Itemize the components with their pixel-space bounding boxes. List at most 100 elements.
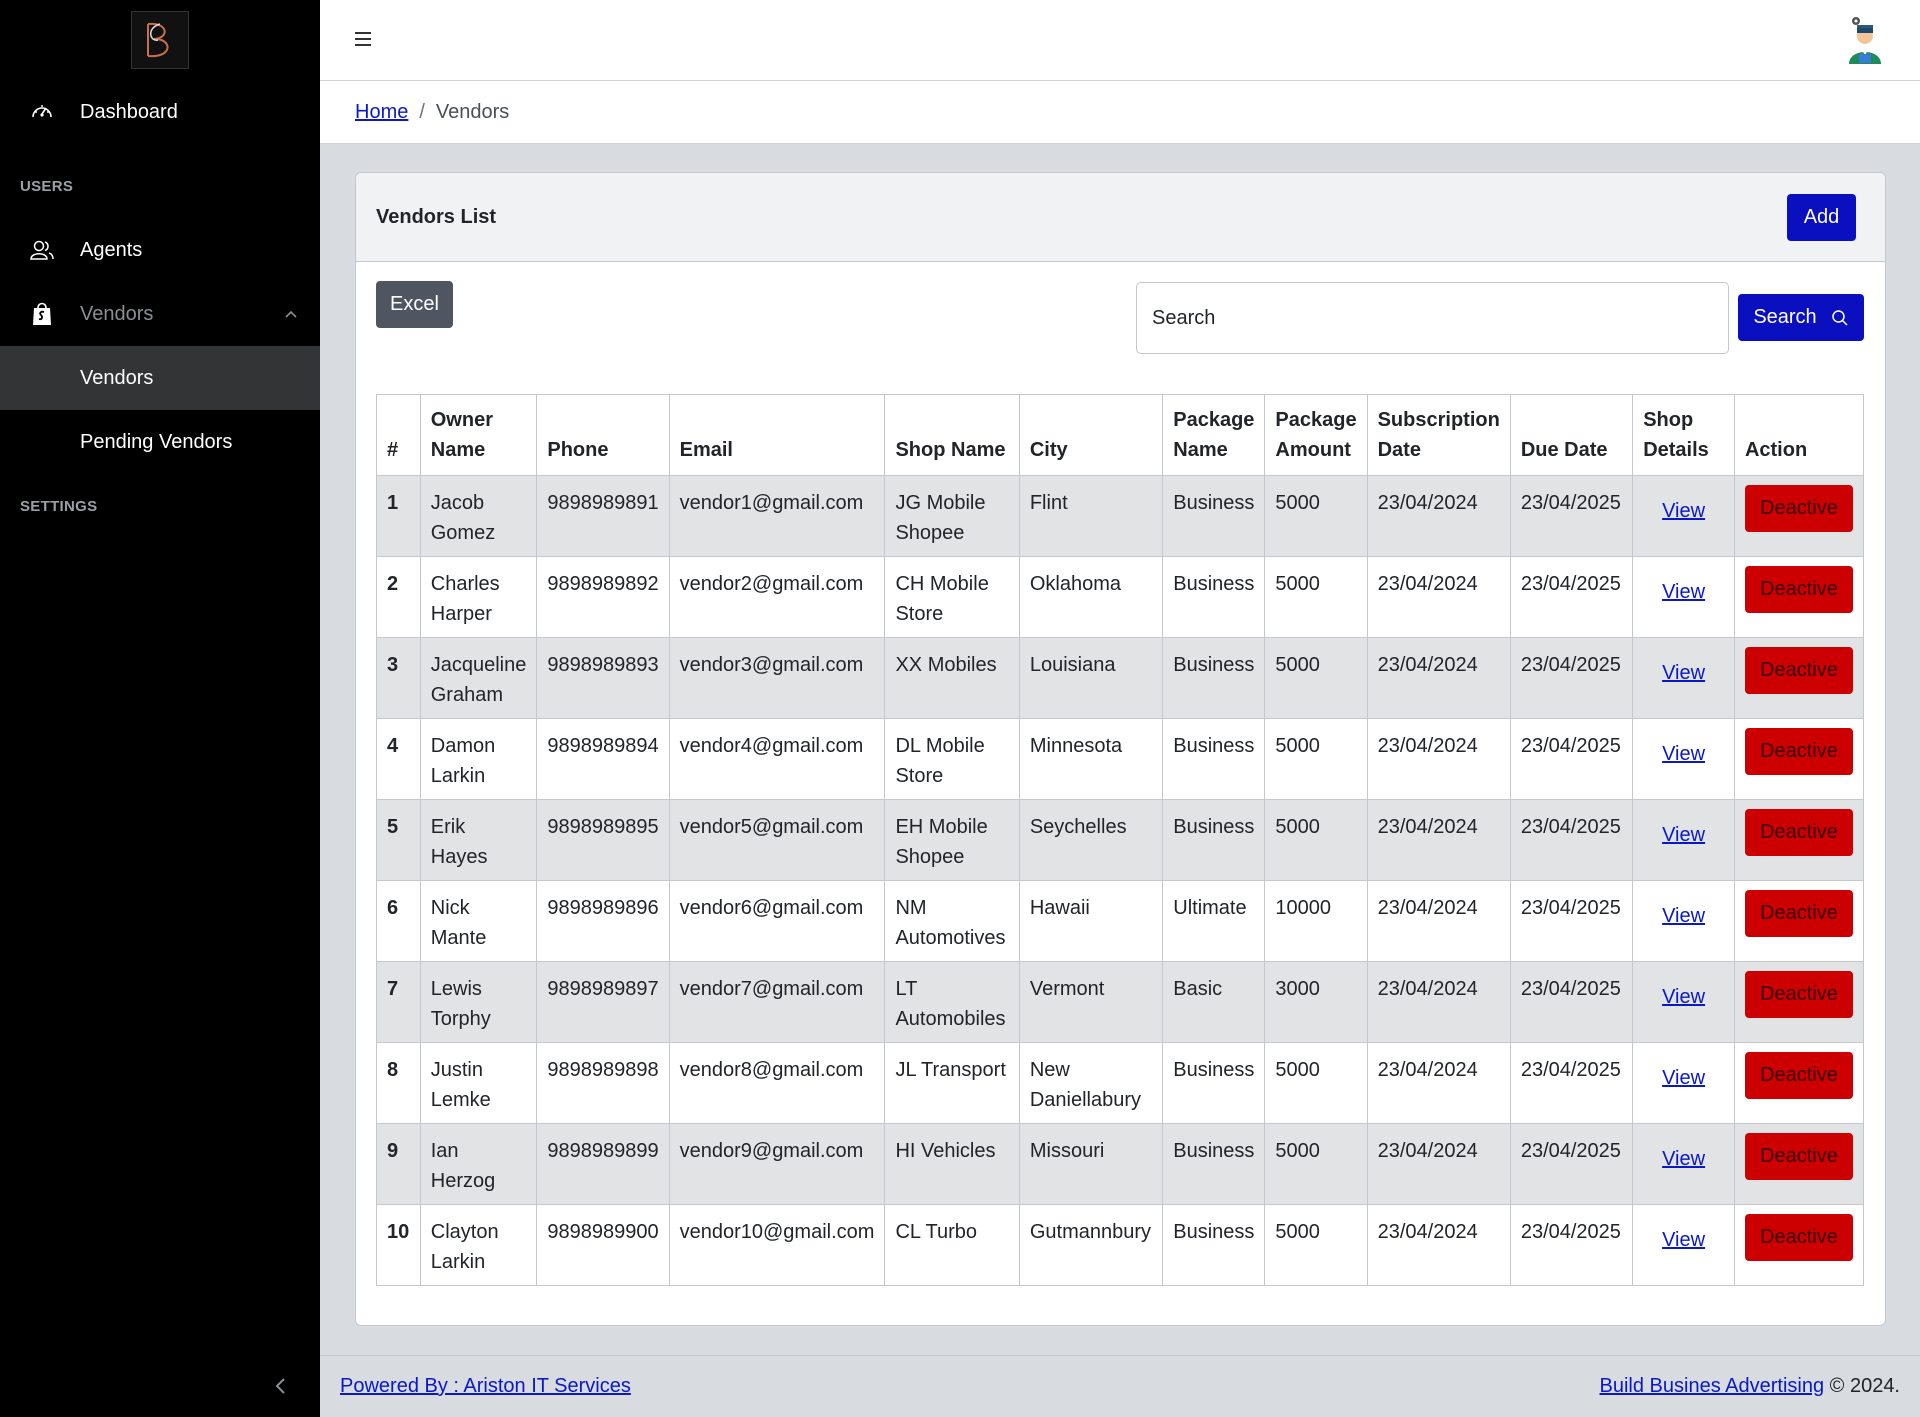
deactive-button[interactable]: Deactive — [1744, 1133, 1853, 1180]
cell-shop-name: EH Mobile Shopee — [884, 799, 1020, 881]
cell-subscription-date: 23/04/2024 — [1366, 1204, 1511, 1286]
cell-shop-details: View — [1632, 718, 1735, 800]
col-header-due-date: Due Date — [1509, 394, 1634, 476]
brand-logo[interactable] — [131, 11, 189, 69]
top-header — [320, 0, 1920, 81]
nav-agents-label: Agents — [80, 238, 143, 261]
col-header-action: Action — [1733, 394, 1865, 476]
cell-subscription-date: 23/04/2024 — [1366, 1123, 1511, 1205]
view-shop-link[interactable]: View — [1662, 581, 1705, 603]
table-row: 6 Nick Mante 9898989896 vendor6@gmail.com NM… — [376, 880, 1865, 962]
cell-shop-details: View — [1632, 556, 1735, 638]
cell-email: vendor6@gmail.com — [668, 880, 886, 962]
cell-phone: 9898989899 — [536, 1123, 670, 1205]
cell-shop-name: HI Vehicles — [884, 1123, 1020, 1205]
deactive-button[interactable]: Deactive — [1744, 1052, 1853, 1099]
nav-pending-vendors[interactable]: Pending Vendors — [0, 410, 320, 474]
deactive-button[interactable]: Deactive — [1744, 890, 1853, 937]
cell-due-date: 23/04/2025 — [1509, 799, 1634, 881]
deactive-button[interactable]: Deactive — [1744, 809, 1853, 856]
cell-subscription-date: 23/04/2024 — [1366, 718, 1511, 800]
hamburger-menu-button[interactable] — [352, 28, 374, 50]
view-shop-link[interactable]: View — [1662, 1229, 1705, 1251]
nav-section-settings: SETTINGS — [20, 497, 98, 515]
vendors-card: Vendors List Add Excel Search # OwnerNam… — [355, 172, 1886, 1326]
breadcrumb: Home / Vendors — [320, 81, 1920, 144]
speedometer-icon — [28, 98, 56, 126]
cell-package-amount: 5000 — [1264, 1123, 1368, 1205]
cell-package-name: Business — [1162, 556, 1266, 638]
nav-dashboard-label: Dashboard — [80, 100, 178, 123]
table-row: 7 Lewis Torphy 9898989897 vendor7@gmail.com… — [376, 961, 1865, 1043]
cell-email: vendor9@gmail.com — [668, 1123, 886, 1205]
cell-num: 7 — [376, 961, 421, 1043]
table-row: 10 Clayton Larkin 9898989900 vendor10@gmail… — [376, 1204, 1865, 1286]
chevron-left-icon — [275, 1378, 285, 1394]
view-shop-link[interactable]: View — [1662, 1067, 1705, 1089]
deactive-button[interactable]: Deactive — [1744, 647, 1853, 694]
cell-email: vendor8@gmail.com — [668, 1042, 886, 1124]
cell-shop-details: View — [1632, 1204, 1735, 1286]
menu-icon — [355, 32, 371, 46]
cell-due-date: 23/04/2025 — [1509, 556, 1634, 638]
brand[interactable] — [0, 0, 320, 80]
search-input[interactable] — [1136, 282, 1729, 354]
deactive-button[interactable]: Deactive — [1744, 728, 1853, 775]
nav-agents[interactable]: Agents — [0, 218, 320, 282]
cell-owner: Charles Harper — [419, 556, 538, 638]
cell-city: Gutmannbury — [1018, 1204, 1164, 1286]
cell-subscription-date: 23/04/2024 — [1366, 637, 1511, 719]
cell-due-date: 23/04/2025 — [1509, 718, 1634, 800]
cell-owner: Nick Mante — [419, 880, 538, 962]
cell-city: Hawaii — [1018, 880, 1164, 962]
cell-phone: 9898989894 — [536, 718, 670, 800]
cell-action: Deactive — [1733, 475, 1865, 557]
nav-section-users: USERS — [20, 177, 74, 195]
cell-phone: 9898989891 — [536, 475, 670, 557]
nav-dashboard[interactable]: Dashboard — [0, 80, 320, 144]
deactive-button[interactable]: Deactive — [1744, 971, 1853, 1018]
view-shop-link[interactable]: View — [1662, 824, 1705, 846]
deactive-button[interactable]: Deactive — [1744, 485, 1853, 532]
cell-owner: Damon Larkin — [419, 718, 538, 800]
cell-action: Deactive — [1733, 799, 1865, 881]
cell-shop-name: LT Automobiles — [884, 961, 1020, 1043]
view-shop-link[interactable]: View — [1662, 905, 1705, 927]
brand-footer-link[interactable]: Build Busines Advertising — [1600, 1375, 1825, 1397]
cell-city: Louisiana — [1018, 637, 1164, 719]
table-row: 1 Jacob Gomez 9898989891 vendor1@gmail.com J… — [376, 475, 1865, 557]
col-header-package-amount: Package Amount — [1264, 394, 1368, 476]
cell-subscription-date: 23/04/2024 — [1366, 880, 1511, 962]
cell-subscription-date: 23/04/2024 — [1366, 961, 1511, 1043]
cell-shop-details: View — [1632, 799, 1735, 881]
view-shop-link[interactable]: View — [1662, 1148, 1705, 1170]
cell-shop-details: View — [1632, 1123, 1735, 1205]
cell-shop-name: CL Turbo — [884, 1204, 1020, 1286]
col-header-package-name: Package Name — [1162, 394, 1266, 476]
nav-vendors-list[interactable]: Vendors — [0, 346, 320, 410]
user-avatar[interactable] — [1844, 14, 1886, 66]
view-shop-link[interactable]: View — [1662, 662, 1705, 684]
view-shop-link[interactable]: View — [1662, 986, 1705, 1008]
cell-due-date: 23/04/2025 — [1509, 475, 1634, 557]
table-row: 9 Ian Herzog 9898989899 vendor9@gmail.com HI… — [376, 1123, 1865, 1205]
cell-phone: 9898989897 — [536, 961, 670, 1043]
nav-vendors-group[interactable]: Vendors — [0, 282, 320, 346]
powered-by-link[interactable]: Powered By : Ariston IT Services — [340, 1375, 631, 1398]
search-button[interactable]: Search — [1738, 294, 1864, 341]
deactive-button[interactable]: Deactive — [1744, 1214, 1853, 1261]
col-header-city: City — [1018, 394, 1164, 476]
search-icon — [1831, 309, 1848, 326]
cell-shop-details: View — [1632, 637, 1735, 719]
cell-city: New Daniellabury — [1018, 1042, 1164, 1124]
breadcrumb-home-link[interactable]: Home — [355, 101, 408, 124]
view-shop-link[interactable]: View — [1662, 743, 1705, 765]
cell-email: vendor4@gmail.com — [668, 718, 886, 800]
cell-email: vendor3@gmail.com — [668, 637, 886, 719]
cell-email: vendor5@gmail.com — [668, 799, 886, 881]
deactive-button[interactable]: Deactive — [1744, 566, 1853, 613]
sidebar-collapse-button[interactable] — [270, 1375, 292, 1397]
view-shop-link[interactable]: View — [1662, 500, 1705, 522]
add-vendor-button[interactable]: Add — [1787, 193, 1856, 241]
excel-export-button[interactable]: Excel — [376, 281, 453, 328]
